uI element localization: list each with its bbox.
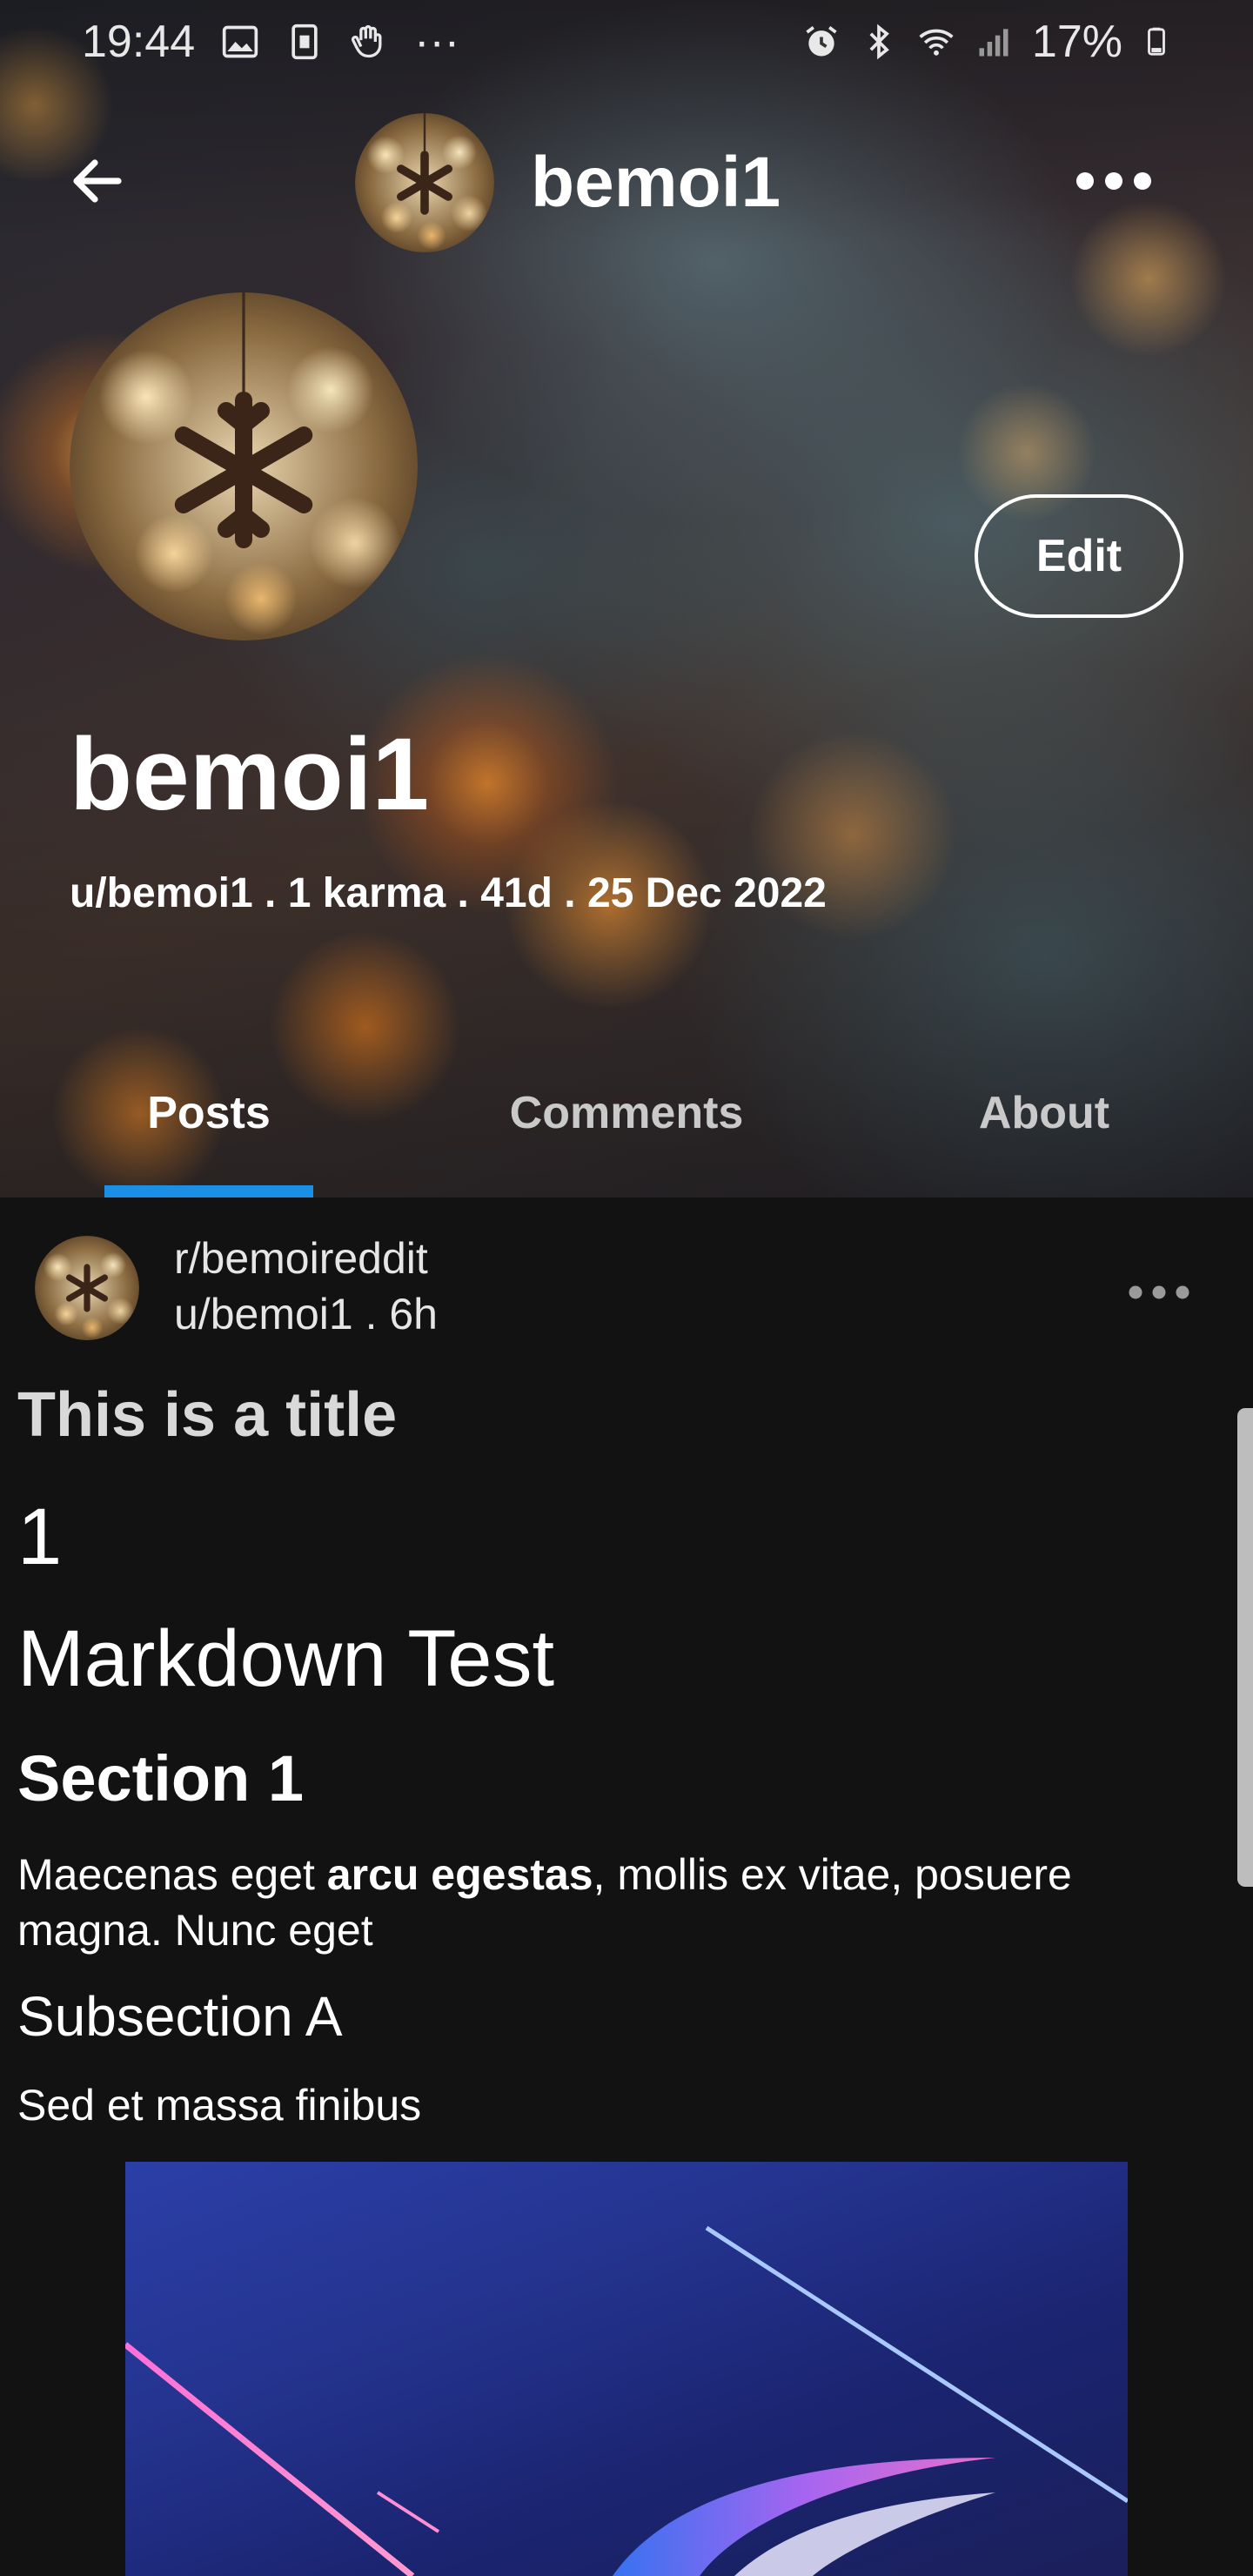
profile-karma: 1 karma: [287, 870, 446, 916]
profile-header: 19:44 ··· 17% bemoi1 Edit bemoi1 u/bemoi…: [0, 0, 1253, 1197]
post-subreddit[interactable]: r/bemoireddit: [174, 1229, 428, 1288]
back-arrow-icon: [73, 159, 122, 203]
paragraph-bold-text: arcu egestas: [326, 1850, 593, 1899]
snowflake-icon: [66, 1264, 108, 1312]
neon-abstract-image: [125, 2225, 1128, 2576]
top-app-bar: bemoi1: [0, 113, 1253, 252]
signal-icon: [979, 29, 1008, 57]
header-avatar[interactable]: [355, 113, 494, 252]
post-card[interactable]: r/bemoireddit u/bemoi1 . 6h This is a ti…: [0, 1197, 1253, 2576]
markdown-heading: 1: [17, 1493, 63, 1581]
post-avatar[interactable]: [35, 1236, 139, 1340]
markdown-section-heading: Section 1: [17, 1742, 304, 1815]
scrollbar-thumb[interactable]: [1237, 1408, 1253, 1887]
hand-icon: [352, 25, 382, 58]
active-tab-indicator: [104, 1185, 313, 1197]
battery-icon: [1148, 27, 1165, 56]
more-options-button[interactable]: [1070, 144, 1157, 218]
markdown-heading: Markdown Test: [17, 1614, 555, 1703]
edit-profile-button[interactable]: Edit: [975, 494, 1183, 618]
more-horizontal-icon: [1076, 172, 1151, 190]
bluetooth-icon: [869, 23, 889, 60]
meta-separator: .: [552, 870, 587, 916]
snowflake-icon: [397, 113, 452, 215]
meta-separator: .: [252, 870, 288, 916]
profile-account-age: 41d: [480, 870, 553, 916]
profile-tabs: Posts Comments About: [0, 1062, 1253, 1197]
sim-icon: [291, 23, 318, 60]
profile-cake-day: 25 Dec 2022: [586, 870, 827, 916]
battery-percent: 17%: [1031, 17, 1122, 67]
profile-username: u/bemoi1: [70, 870, 253, 916]
post-image[interactable]: [125, 2162, 1128, 2576]
post-author-time[interactable]: u/bemoi1 . 6h: [174, 1285, 438, 1344]
back-button[interactable]: [61, 144, 134, 218]
tab-comments[interactable]: Comments: [487, 1062, 766, 1164]
markdown-paragraph: Maecenas eget arcu egestas, mollis ex vi…: [17, 1847, 1218, 1958]
post-title[interactable]: This is a title: [17, 1372, 397, 1459]
wifi-icon: [919, 29, 954, 56]
markdown-subsection-heading: Subsection A: [17, 1985, 343, 2048]
post-more-button[interactable]: [1122, 1271, 1196, 1314]
profile-meta: u/bemoi1 . 1 karma . 41d . 25 Dec 2022: [70, 863, 827, 924]
tab-posts[interactable]: Posts: [104, 1062, 313, 1164]
snowflake-ornament-icon: [174, 292, 313, 548]
profile-avatar[interactable]: [70, 292, 418, 641]
image-icon: [222, 25, 258, 58]
markdown-paragraph: Sed et massa finibus: [17, 2081, 422, 2130]
meta-separator: .: [446, 870, 481, 916]
status-time: 19:44: [82, 17, 196, 67]
status-more-dots: ···: [414, 17, 460, 67]
status-bar: 19:44 ··· 17%: [0, 0, 1253, 84]
tab-about[interactable]: About: [940, 1062, 1149, 1164]
alarm-icon: [806, 26, 837, 57]
more-horizontal-icon: [1129, 1285, 1189, 1299]
app-bar-title: bemoi1: [531, 143, 781, 222]
profile-display-name: bemoi1: [70, 717, 430, 832]
paragraph-text: Maecenas eget: [17, 1850, 327, 1899]
